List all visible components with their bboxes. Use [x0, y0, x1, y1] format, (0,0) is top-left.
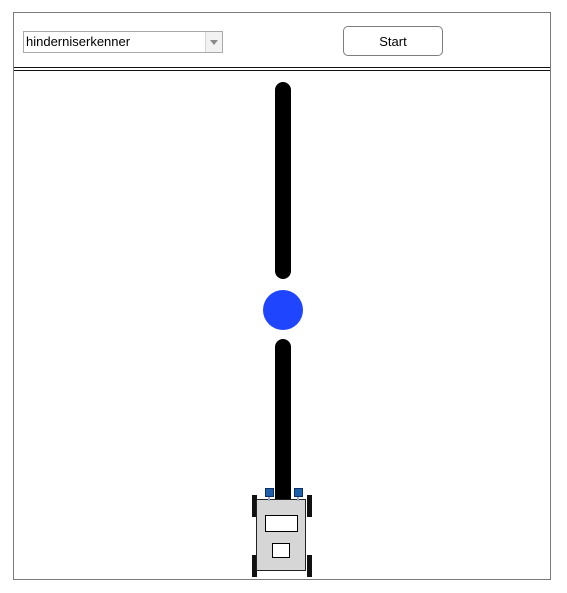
robot-sensor-left-icon — [265, 488, 274, 497]
start-button[interactable]: Start — [343, 26, 443, 56]
obstacle-ball — [263, 290, 303, 330]
simulation-arena — [14, 71, 550, 579]
robot-wheel-rear-right — [307, 555, 312, 577]
robot-body — [256, 499, 306, 571]
toolbar: hinderniserkenner Start — [14, 13, 550, 67]
track-line-upper — [275, 82, 291, 279]
robot-sensor-right-icon — [294, 488, 303, 497]
app-window: hinderniserkenner Start — [13, 12, 551, 580]
robot — [250, 485, 314, 579]
program-select[interactable]: hinderniserkenner — [23, 31, 223, 53]
chevron-down-icon[interactable] — [205, 32, 222, 52]
track-line-lower — [275, 339, 291, 509]
robot-wheel-front-right — [307, 495, 312, 517]
program-select-value: hinderniserkenner — [26, 34, 131, 49]
robot-panel-top — [265, 515, 298, 532]
robot-panel-bottom — [272, 543, 290, 558]
